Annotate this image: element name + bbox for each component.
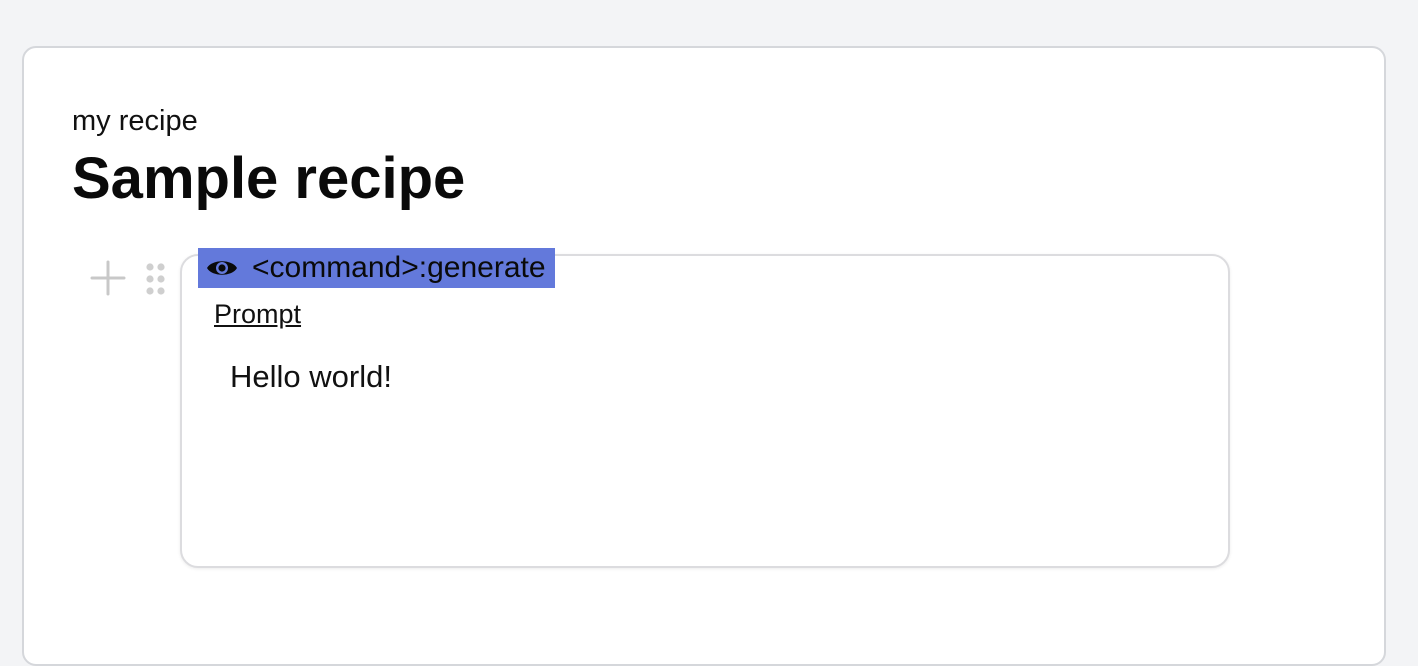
command-tag[interactable]: <command>:generate: [198, 248, 555, 288]
command-label: <command>:generate: [252, 251, 546, 284]
drag-handle[interactable]: [144, 262, 168, 296]
prompt-text[interactable]: Hello world!: [230, 358, 392, 396]
recipe-title: Sample recipe: [72, 146, 466, 211]
eye-icon[interactable]: [206, 256, 238, 280]
prompt-link[interactable]: Prompt: [214, 298, 301, 330]
plus-icon: [90, 260, 126, 296]
add-block-button[interactable]: [88, 258, 128, 298]
drag-handle-icon: [146, 263, 165, 295]
command-block: [180, 254, 1230, 568]
recipe-card: my recipe Sample recipe <command>:genera…: [22, 46, 1386, 666]
recipe-subtitle: my recipe: [72, 105, 198, 137]
